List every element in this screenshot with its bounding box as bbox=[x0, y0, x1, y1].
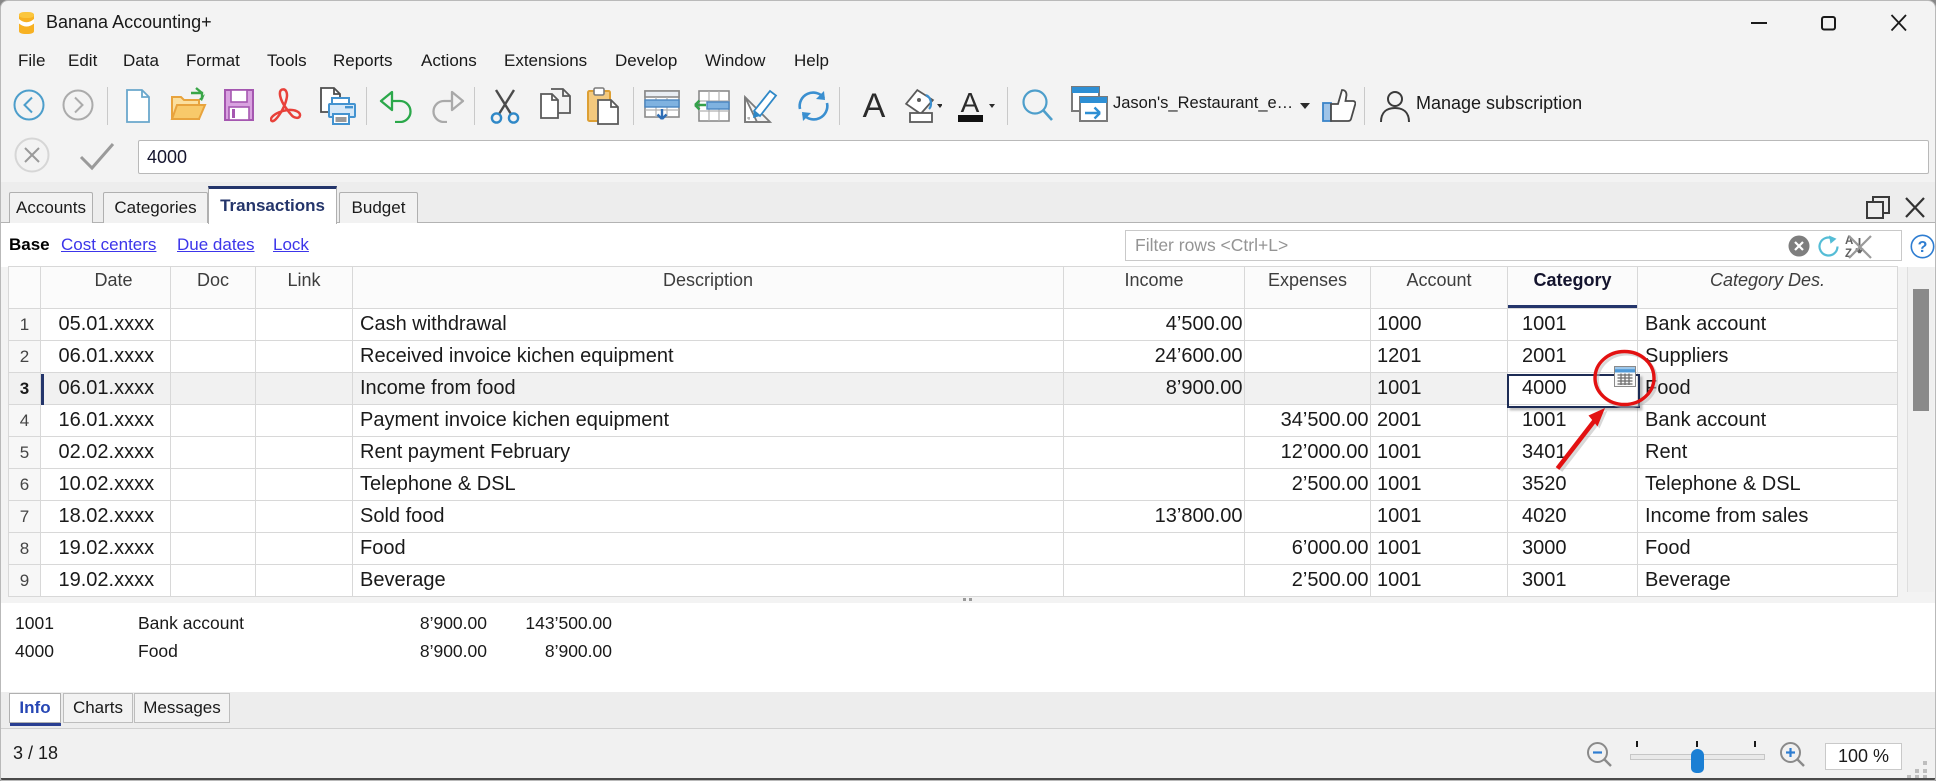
svg-text:A: A bbox=[961, 88, 980, 118]
svg-text:?: ? bbox=[1918, 239, 1928, 256]
svg-text:Z: Z bbox=[1845, 248, 1852, 260]
